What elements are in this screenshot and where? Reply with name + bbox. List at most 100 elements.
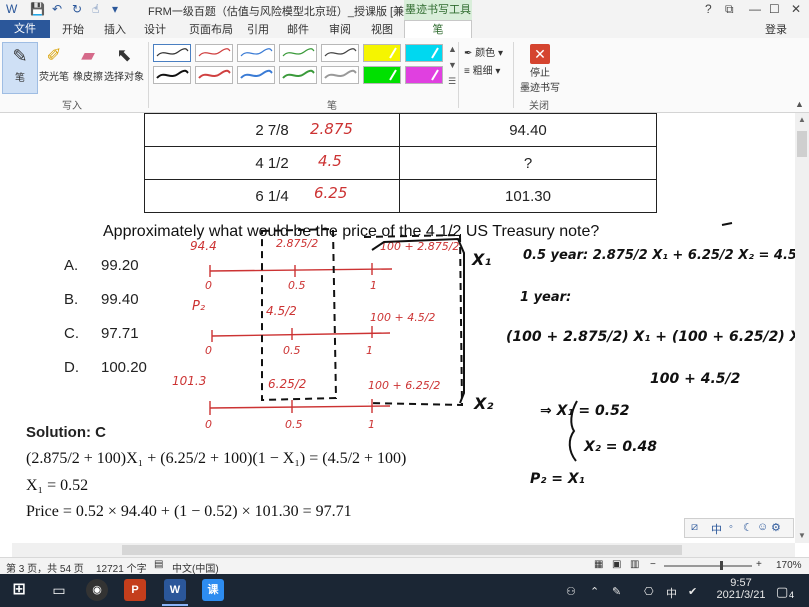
task-view-icon[interactable]: ▭ <box>48 579 70 601</box>
ink-half: 0.5 <box>283 344 301 357</box>
pen-swatch[interactable] <box>195 66 233 84</box>
punctuation-icon[interactable]: ◦ <box>729 521 733 533</box>
ink-thickness-dropdown[interactable]: ≡ 粗细 ▾ <box>464 62 500 77</box>
eraser-icon: ▰ <box>81 45 95 65</box>
emoji-icon[interactable]: ☺ <box>757 521 768 533</box>
tab-file[interactable]: 文件 <box>0 20 50 38</box>
word-count[interactable]: 12721 个字 <box>96 560 147 575</box>
tab-mailings[interactable]: 邮件 <box>287 21 309 37</box>
tab-design[interactable]: 设计 <box>144 21 166 37</box>
pen-swatch[interactable] <box>405 44 443 62</box>
zoom-in-icon[interactable]: + <box>756 559 762 570</box>
pen-swatch[interactable] <box>321 66 359 84</box>
tab-page-layout[interactable]: 页面布局 <box>189 21 233 37</box>
clock[interactable]: 9:57 2021/3/21 <box>716 577 766 601</box>
print-layout-icon[interactable]: ▣ <box>612 559 621 570</box>
ime-mode-label[interactable]: 中 <box>711 521 722 537</box>
ink-one: 1 <box>366 344 373 357</box>
ink-p2-relation: P₂ = X₁ <box>530 471 585 487</box>
chevron-down-icon: ▾ <box>497 48 503 59</box>
web-layout-icon[interactable]: ▥ <box>630 559 639 570</box>
zoom-slider-handle[interactable] <box>720 561 723 570</box>
ink-zero: 0 <box>205 418 212 431</box>
pen-swatch[interactable] <box>237 66 275 84</box>
pen-swatch[interactable] <box>153 44 191 62</box>
title-bar: W 💾 ↶ ↻ ☝ ▾ FRM一级百题（估值与风险模型北京班）_授课版 [兼容.… <box>0 0 809 20</box>
chevron-down-icon: ▾ <box>495 66 501 77</box>
vertical-scrollbar[interactable]: ▲ ▼ <box>795 113 809 543</box>
obs-icon[interactable]: ◉ <box>86 579 108 601</box>
powerpoint-icon[interactable]: P <box>124 579 146 601</box>
quick-access-dropdown-icon[interactable]: ▾ <box>112 2 118 16</box>
highlighter-tool-button[interactable]: ✐ 荧光笔 <box>36 42 72 94</box>
people-icon[interactable]: ⚇ <box>566 585 576 598</box>
pen-swatch[interactable] <box>237 44 275 62</box>
gallery-scroll-down-icon[interactable]: ▼ <box>448 60 457 70</box>
stop-inking-button[interactable]: ✕ 停止 墨迹书写 <box>520 44 560 96</box>
chevron-up-icon[interactable]: ⌃ <box>590 585 599 598</box>
horizontal-scrollbar[interactable] <box>12 543 795 557</box>
word-icon[interactable]: W <box>164 579 186 601</box>
network-icon[interactable]: ⎔ <box>644 585 654 598</box>
ink-color-dropdown[interactable]: ✒ 颜色 ▾ <box>464 44 503 59</box>
redo-icon[interactable]: ↻ <box>72 2 82 16</box>
tab-home[interactable]: 开始 <box>62 21 84 37</box>
pen-swatch[interactable] <box>195 44 233 62</box>
language-indicator[interactable]: 中文(中国) <box>172 560 219 575</box>
read-mode-icon[interactable]: ▦ <box>594 559 603 570</box>
maximize-button[interactable]: ☐ <box>769 2 780 16</box>
collapse-ribbon-icon[interactable]: ▲ <box>795 99 804 109</box>
settings-gear-icon[interactable]: ⚙ <box>771 521 781 534</box>
ribbon-divider <box>148 42 149 108</box>
ime-switch-icon[interactable]: ⧄ <box>691 521 698 534</box>
moon-icon[interactable]: ☾ <box>743 521 753 534</box>
windows-start-icon[interactable]: ⊞ <box>8 579 30 601</box>
eraser-tool-button[interactable]: ▰ 橡皮擦 <box>70 42 106 94</box>
minimize-button[interactable]: — <box>749 2 761 16</box>
page-count[interactable]: 第 3 页，共 54 页 <box>6 560 84 575</box>
tab-pen[interactable]: 笔 <box>404 20 472 38</box>
zoom-level[interactable]: 170% <box>776 560 802 571</box>
gallery-scroll-up-icon[interactable]: ▲ <box>448 44 457 54</box>
save-icon[interactable]: 💾 <box>30 2 45 16</box>
login-link[interactable]: 登录 <box>765 21 787 37</box>
ribbon-display-button[interactable]: ⧉ <box>725 2 734 17</box>
ime-toolbar[interactable]: ⧄ 中 ◦ ☾ ☺ ⚙ <box>684 518 794 538</box>
close-button[interactable]: ✕ <box>791 2 801 16</box>
ime-indicator[interactable]: 中 <box>666 585 677 601</box>
tab-review[interactable]: 审阅 <box>329 21 351 37</box>
pen-swatch[interactable] <box>363 66 401 84</box>
proofing-icon[interactable]: ▤ <box>154 559 163 570</box>
notification-icon[interactable]: ▢ <box>776 584 788 600</box>
vertical-scroll-thumb[interactable] <box>797 131 807 157</box>
pen-swatch[interactable] <box>405 66 443 84</box>
zoom-out-icon[interactable]: − <box>650 559 656 570</box>
scroll-down-icon[interactable]: ▼ <box>798 531 806 540</box>
tab-view[interactable]: 视图 <box>371 21 393 37</box>
gallery-more-icon[interactable]: ☰ <box>448 76 456 87</box>
status-bar: 第 3 页，共 54 页 12721 个字 ▤ 中文(中国) ▦ ▣ ▥ − +… <box>0 557 809 575</box>
ink-one: 1 <box>368 418 375 431</box>
scroll-up-icon[interactable]: ▲ <box>798 115 806 124</box>
select-objects-button[interactable]: ⬉ 选择对象 <box>104 42 144 94</box>
cursor-arrow-icon: ⬉ <box>116 45 132 65</box>
help-button[interactable]: ? <box>705 2 712 16</box>
security-icon[interactable]: ✔ <box>688 585 697 598</box>
classroom-app-icon[interactable]: 课 <box>202 579 224 601</box>
touch-mode-icon[interactable]: ☝ <box>92 2 99 16</box>
undo-icon[interactable]: ↶ <box>52 2 62 16</box>
pen-swatch[interactable] <box>363 44 401 62</box>
pen-workspace-icon[interactable]: ✎ <box>612 585 621 598</box>
pen-tool-button[interactable]: ✎ 笔 <box>2 42 38 94</box>
tab-references[interactable]: 引用 <box>247 21 269 37</box>
zoom-slider[interactable] <box>664 565 752 567</box>
horizontal-scroll-thumb[interactable] <box>122 545 682 555</box>
document-canvas[interactable]: 2 7/8 94.40 4 1/2 ? 6 1/4 101.30 Approxi… <box>0 113 795 543</box>
tab-insert[interactable]: 插入 <box>104 21 126 37</box>
pen-swatch[interactable] <box>279 66 317 84</box>
pen-swatch[interactable] <box>279 44 317 62</box>
eraser-tool-label: 橡皮擦 <box>73 72 103 83</box>
ink-half: 0.5 <box>285 418 303 431</box>
pen-swatch[interactable] <box>153 66 191 84</box>
pen-swatch[interactable] <box>321 44 359 62</box>
